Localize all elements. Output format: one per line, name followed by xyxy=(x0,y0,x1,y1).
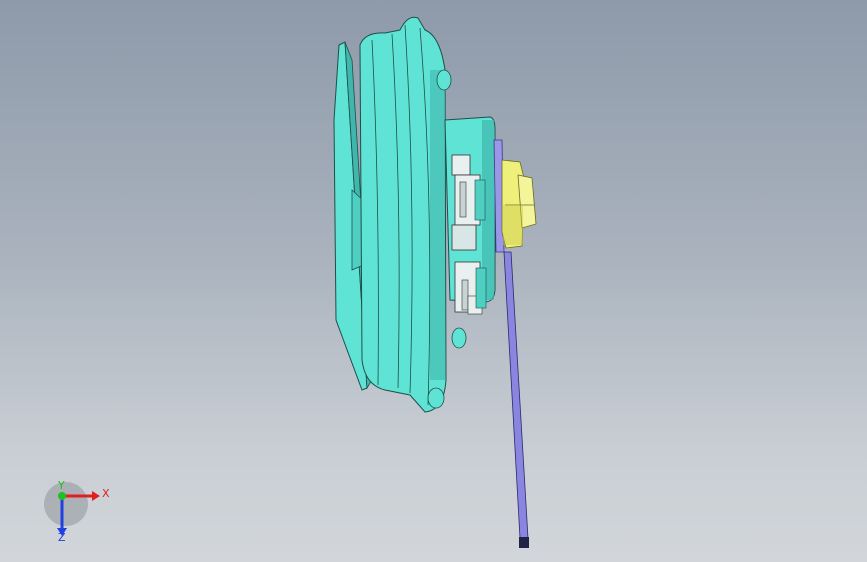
bottom-boss xyxy=(451,327,467,349)
axis-triad: X Y Z xyxy=(40,478,120,548)
triad-origin-shadow xyxy=(44,482,88,526)
yellow-cap xyxy=(501,159,537,249)
top-boss xyxy=(436,69,452,91)
3d-viewport[interactable]: X Y Z xyxy=(0,0,867,562)
rod-tip xyxy=(519,537,529,548)
z-axis-label: Z xyxy=(58,531,66,544)
y-axis-point-icon xyxy=(58,492,66,500)
support-rod xyxy=(503,251,529,539)
x-axis-label: X xyxy=(102,487,110,500)
3d-model-horn-assembly[interactable] xyxy=(0,0,867,562)
lower-tab xyxy=(427,387,445,409)
housing-shade-band xyxy=(430,70,445,380)
y-axis-label: Y xyxy=(58,479,65,492)
x-axis-arrow-icon xyxy=(92,491,100,501)
